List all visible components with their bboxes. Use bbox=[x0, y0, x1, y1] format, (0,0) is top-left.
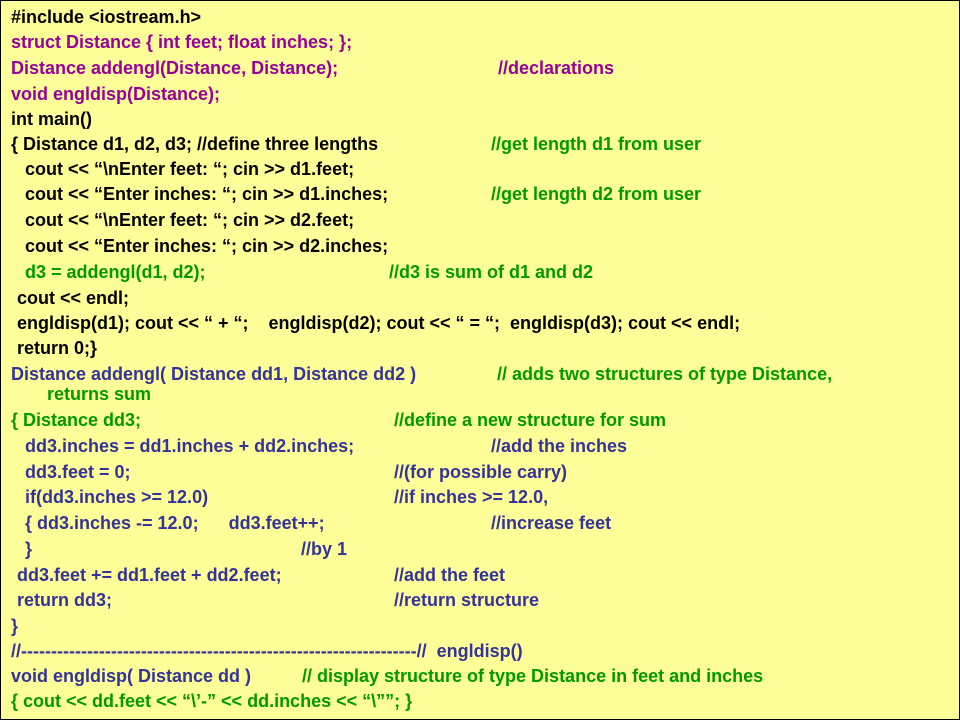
comment-add-inches: //add the inches bbox=[491, 436, 628, 456]
code-line-cin-d1-feet: cout << “\nEnter feet: “; cin >> d1.feet… bbox=[25, 159, 355, 179]
comment-returns-sum: returns sum bbox=[47, 384, 152, 404]
comment-adds-structures: // adds two structures of type Distance, bbox=[497, 364, 833, 384]
code-line-cin-d1-inches: cout << “Enter inches: “; cin >> d1.inch… bbox=[25, 184, 389, 204]
comment-by-1: //by 1 bbox=[301, 539, 348, 559]
comment-display-structure: // display structure of type Distance in… bbox=[302, 666, 764, 686]
code-line-add-feet: dd3.feet += dd1.feet + dd2.feet; bbox=[17, 565, 282, 585]
comment-if-inches: //if inches >= 12.0, bbox=[394, 487, 549, 507]
code-line-engldisp-calls: engldisp(d1); cout << “ + “; engldisp(d2… bbox=[17, 313, 741, 333]
code-slide: #include <iostream.h> struct Distance { … bbox=[0, 0, 960, 720]
code-line-add-inches: dd3.inches = dd1.inches + dd2.inches; bbox=[25, 436, 355, 456]
code-line-return-dd3: return dd3; bbox=[17, 590, 113, 610]
comment-get-d2: //get length d2 from user bbox=[491, 184, 702, 204]
code-line-include: #include <iostream.h> bbox=[11, 7, 202, 27]
code-line-struct: struct Distance { int feet; float inches… bbox=[11, 32, 353, 52]
code-line-engldisp-def: void engldisp( Distance dd ) bbox=[11, 666, 252, 686]
comment-d3-sum: //d3 is sum of d1 and d2 bbox=[389, 262, 594, 282]
code-line-addengl-decl: Distance addengl(Distance, Distance); bbox=[11, 58, 339, 78]
code-line-d3-sum: d3 = addengl(d1, d2); bbox=[25, 262, 206, 282]
code-line-close-brace-fn: } bbox=[11, 616, 19, 636]
code-line-define-lengths: { Distance d1, d2, d3; //define three le… bbox=[11, 134, 379, 154]
comment-possible-carry: //(for possible carry) bbox=[394, 462, 568, 482]
comment-increase-feet: //increase feet bbox=[491, 513, 612, 533]
code-line-main: int main() bbox=[11, 109, 92, 129]
code-line-separator: //--------------------------------------… bbox=[11, 641, 523, 661]
code-line-subtract-inches: { dd3.inches -= 12.0; dd3.feet++; bbox=[25, 513, 325, 533]
comment-declarations: //declarations bbox=[498, 58, 615, 78]
code-line-engldisp-decl: void engldisp(Distance); bbox=[11, 84, 221, 104]
code-line-return-0: return 0;} bbox=[17, 338, 98, 358]
code-line-endl: cout << endl; bbox=[17, 288, 130, 308]
code-line-cin-d2-feet: cout << “\nEnter feet: “; cin >> d2.feet… bbox=[25, 210, 355, 230]
code-line-if-inches: if(dd3.inches >= 12.0) bbox=[25, 487, 209, 507]
code-line-addengl-def: Distance addengl( Distance dd1, Distance… bbox=[11, 364, 417, 384]
comment-return-structure: //return structure bbox=[394, 590, 540, 610]
code-line-cin-d2-inches: cout << “Enter inches: “; cin >> d2.inch… bbox=[25, 236, 389, 256]
code-line-feet-zero: dd3.feet = 0; bbox=[25, 462, 131, 482]
comment-add-feet: //add the feet bbox=[394, 565, 506, 585]
comment-new-structure: //define a new structure for sum bbox=[394, 410, 667, 430]
code-line-dd3-decl: { Distance dd3; bbox=[11, 410, 142, 430]
code-line-engldisp-body: { cout << dd.feet << “\’-” << dd.inches … bbox=[11, 691, 413, 711]
code-line-close-brace-if: } bbox=[25, 539, 33, 559]
comment-get-d1: //get length d1 from user bbox=[491, 134, 702, 154]
